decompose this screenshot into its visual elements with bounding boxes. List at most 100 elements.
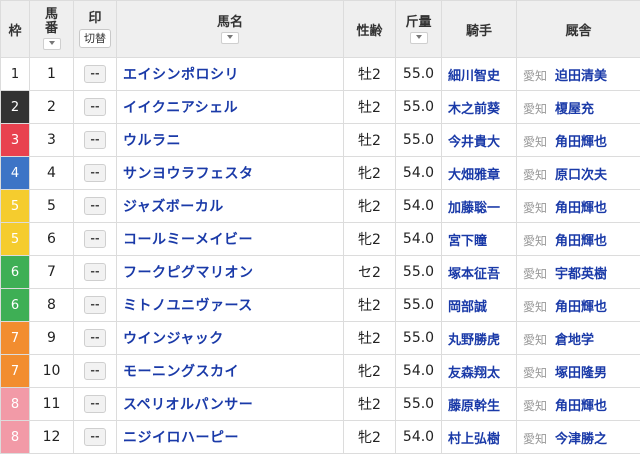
- horse-name-link[interactable]: イイクニアシェル: [117, 91, 344, 124]
- horse-name-link[interactable]: ニジイロハーピー: [117, 421, 344, 454]
- jockey-link[interactable]: 岡部誠: [442, 289, 517, 322]
- trainer-link[interactable]: 角田輝也: [555, 234, 607, 249]
- table-row: 7 9 -- ウインジャック 牡2 55.0 丸野勝虎 愛知倉地学: [1, 322, 640, 355]
- stable-region: 愛知: [523, 333, 547, 347]
- weight-cell: 54.0: [396, 157, 442, 190]
- umaban-cell: 5: [30, 190, 74, 223]
- jockey-link[interactable]: 木之前葵: [442, 91, 517, 124]
- mark-cell: --: [74, 355, 117, 388]
- table-row: 3 3 -- ウルラニ 牡2 55.0 今井貴大 愛知角田輝也: [1, 124, 640, 157]
- mark-cell: --: [74, 124, 117, 157]
- jockey-link[interactable]: 大畑雅章: [442, 157, 517, 190]
- sort-umaban-button[interactable]: [43, 38, 61, 50]
- table-row: 5 5 -- ジャズボーカル 牝2 54.0 加藤聡一 愛知角田輝也: [1, 190, 640, 223]
- mark-select-button[interactable]: --: [84, 395, 106, 413]
- trainer-link[interactable]: 原口次夫: [555, 168, 607, 183]
- jockey-link[interactable]: 友森翔太: [442, 355, 517, 388]
- umaban-cell: 11: [30, 388, 74, 421]
- trainer-link[interactable]: 角田輝也: [555, 201, 607, 216]
- jockey-link[interactable]: 宮下瞳: [442, 223, 517, 256]
- trainer-link[interactable]: 榎屋充: [555, 102, 594, 117]
- mark-select-button[interactable]: --: [84, 197, 106, 215]
- mark-cell: --: [74, 421, 117, 454]
- stable-region: 愛知: [523, 234, 547, 248]
- trainer-link[interactable]: 倉地学: [555, 333, 594, 348]
- trainer-link[interactable]: 今津勝之: [555, 432, 607, 447]
- table-row: 4 4 -- サンヨウラフェスタ 牝2 54.0 大畑雅章 愛知原口次夫: [1, 157, 640, 190]
- horse-name-link[interactable]: ウインジャック: [117, 322, 344, 355]
- trainer-link[interactable]: 塚田隆男: [555, 366, 607, 381]
- trainer-link[interactable]: 角田輝也: [555, 300, 607, 315]
- jockey-link[interactable]: 藤原幹生: [442, 388, 517, 421]
- horse-name-link[interactable]: ウルラニ: [117, 124, 344, 157]
- mark-select-button[interactable]: --: [84, 362, 106, 380]
- stable-region: 愛知: [523, 201, 547, 215]
- jockey-link[interactable]: 丸野勝虎: [442, 322, 517, 355]
- table-row: 8 12 -- ニジイロハーピー 牝2 54.0 村上弘樹 愛知今津勝之: [1, 421, 640, 454]
- sort-weight-button[interactable]: [410, 32, 428, 44]
- jockey-link[interactable]: 塚本征吾: [442, 256, 517, 289]
- mark-select-button[interactable]: --: [84, 329, 106, 347]
- mark-select-button[interactable]: --: [84, 428, 106, 446]
- umaban-cell: 12: [30, 421, 74, 454]
- horse-name-link[interactable]: モーニングスカイ: [117, 355, 344, 388]
- stable-cell: 愛知倉地学: [517, 322, 640, 355]
- horse-name-link[interactable]: サンヨウラフェスタ: [117, 157, 344, 190]
- horse-name-link[interactable]: エイシンポロシリ: [117, 58, 344, 91]
- stable-region: 愛知: [523, 267, 547, 281]
- horse-name-link[interactable]: フークピグマリオン: [117, 256, 344, 289]
- mark-select-button[interactable]: --: [84, 230, 106, 248]
- header-umaban-label: 馬番: [44, 8, 60, 36]
- sex-age-cell: 牡2: [344, 91, 396, 124]
- mark-select-button[interactable]: --: [84, 164, 106, 182]
- weight-cell: 55.0: [396, 58, 442, 91]
- sort-name-button[interactable]: [221, 32, 239, 44]
- header-weight: 斤量: [396, 1, 442, 58]
- horse-name-link[interactable]: コールミーメイビー: [117, 223, 344, 256]
- mark-toggle-button[interactable]: 切替: [79, 29, 111, 48]
- umaban-cell: 2: [30, 91, 74, 124]
- stable-cell: 愛知角田輝也: [517, 124, 640, 157]
- waku-cell: 6: [1, 256, 30, 289]
- jockey-link[interactable]: 今井貴大: [442, 124, 517, 157]
- trainer-link[interactable]: 角田輝也: [555, 135, 607, 150]
- jockey-link[interactable]: 細川智史: [442, 58, 517, 91]
- weight-cell: 55.0: [396, 256, 442, 289]
- waku-cell: 7: [1, 322, 30, 355]
- umaban-cell: 10: [30, 355, 74, 388]
- waku-cell: 3: [1, 124, 30, 157]
- header-umaban: 馬番: [30, 1, 74, 58]
- mark-select-button[interactable]: --: [84, 98, 106, 116]
- mark-select-button[interactable]: --: [84, 131, 106, 149]
- header-jockey: 騎手: [442, 1, 517, 58]
- sex-age-cell: 牝2: [344, 223, 396, 256]
- mark-cell: --: [74, 223, 117, 256]
- sex-age-cell: 牡2: [344, 388, 396, 421]
- stable-cell: 愛知角田輝也: [517, 223, 640, 256]
- jockey-link[interactable]: 村上弘樹: [442, 421, 517, 454]
- header-sex-age-label: 性齢: [356, 24, 382, 39]
- stable-region: 愛知: [523, 399, 547, 413]
- trainer-link[interactable]: 宇都英樹: [555, 267, 607, 282]
- sex-age-cell: セ2: [344, 256, 396, 289]
- trainer-link[interactable]: 角田輝也: [555, 399, 607, 414]
- trainer-link[interactable]: 迫田清美: [555, 69, 607, 84]
- mark-select-button[interactable]: --: [84, 296, 106, 314]
- header-waku-label: 枠: [8, 24, 21, 39]
- mark-select-button[interactable]: --: [84, 263, 106, 281]
- horse-name-link[interactable]: スペリオルパンサー: [117, 388, 344, 421]
- mark-select-button[interactable]: --: [84, 65, 106, 83]
- umaban-cell: 7: [30, 256, 74, 289]
- header-weight-label: 斤量: [405, 15, 431, 30]
- stable-region: 愛知: [523, 168, 547, 182]
- horse-name-link[interactable]: ミトノユニヴァース: [117, 289, 344, 322]
- table-row: 7 10 -- モーニングスカイ 牝2 54.0 友森翔太 愛知塚田隆男: [1, 355, 640, 388]
- table-row: 6 7 -- フークピグマリオン セ2 55.0 塚本征吾 愛知宇都英樹: [1, 256, 640, 289]
- weight-cell: 55.0: [396, 388, 442, 421]
- sex-age-cell: 牝2: [344, 421, 396, 454]
- horse-name-link[interactable]: ジャズボーカル: [117, 190, 344, 223]
- jockey-link[interactable]: 加藤聡一: [442, 190, 517, 223]
- waku-cell: 7: [1, 355, 30, 388]
- umaban-cell: 3: [30, 124, 74, 157]
- waku-cell: 1: [1, 58, 30, 91]
